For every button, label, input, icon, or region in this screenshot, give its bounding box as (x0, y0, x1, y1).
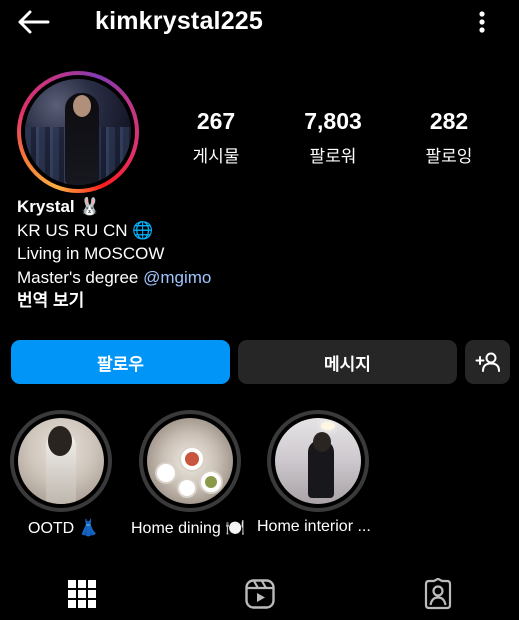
display-name: Krystal 🐰 (17, 197, 101, 216)
food-shape (205, 476, 217, 488)
reels-icon[interactable] (244, 578, 276, 610)
avatar[interactable] (25, 79, 131, 185)
highlight-home-dining[interactable] (139, 410, 241, 512)
avatar-face (73, 95, 91, 117)
stat-posts-count: 267 (196, 108, 236, 134)
follow-button[interactable]: 팔로우 (11, 340, 230, 384)
highlight-figure-head (313, 432, 331, 452)
tagged-icon[interactable] (422, 578, 454, 610)
chandelier-shape (321, 422, 335, 430)
highlight-label-home-interior: Home interior ... (257, 518, 371, 535)
highlight-home-interior-cover (275, 418, 361, 504)
highlight-home-dining-cover (147, 418, 233, 504)
food-shape (185, 452, 199, 466)
profile-username: kimkrystal225 (95, 7, 264, 35)
stat-following-count: 282 (429, 108, 469, 134)
top-bar: kimkrystal225 (0, 0, 519, 44)
suggest-users-button[interactable] (465, 340, 510, 384)
highlight-ootd[interactable] (10, 410, 112, 512)
stat-followers[interactable]: 7,803 팔로워 (278, 108, 388, 167)
translate-link[interactable]: 번역 보기 (17, 289, 497, 313)
profile-tab-bar (0, 570, 519, 620)
stat-posts-label: 게시물 (192, 147, 240, 166)
stat-posts[interactable]: 267 게시물 (161, 108, 271, 167)
highlight-label-home-dining: Home dining 🍽️ (131, 520, 246, 537)
bio-education-text: Master's degree (17, 267, 144, 287)
grid-icon[interactable] (66, 578, 98, 610)
stat-followers-count: 7,803 (304, 108, 362, 134)
bio-languages: KR US RU CN 🌐 (17, 220, 154, 240)
profile-bio: Krystal 🐰 KR US RU CN 🌐 Living in MOSCOW… (17, 195, 497, 313)
story-ring[interactable] (17, 71, 139, 193)
person-add-icon (475, 352, 500, 372)
stat-following[interactable]: 282 팔로잉 (394, 108, 504, 167)
more-vertical-icon[interactable] (472, 8, 492, 36)
highlight-label-ootd: OOTD 👗 (28, 520, 99, 537)
stat-followers-label: 팔로워 (309, 147, 357, 166)
bio-education: Master's degree @mgimo (17, 266, 497, 290)
highlight-home-interior[interactable] (267, 410, 369, 512)
arrow-left-icon[interactable] (16, 9, 50, 35)
mention-link[interactable]: @mgimo (143, 268, 211, 287)
stat-following-label: 팔로잉 (425, 147, 473, 166)
message-button[interactable]: 메시지 (238, 340, 457, 384)
highlight-figure-head (48, 426, 72, 456)
plate-shape (155, 462, 177, 484)
bio-location: Living in MOSCOW (17, 244, 165, 264)
highlight-ootd-cover (18, 418, 104, 504)
plate-shape (177, 478, 197, 498)
